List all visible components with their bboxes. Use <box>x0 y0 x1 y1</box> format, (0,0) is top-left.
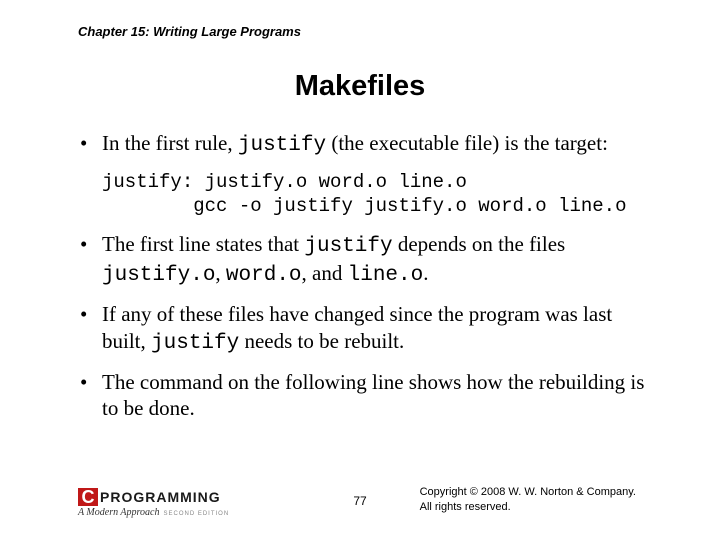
code-block: justify: justify.o word.o line.o gcc -o … <box>102 171 660 219</box>
code-inline: justify <box>151 332 239 355</box>
content-area: In the first rule, justify (the executab… <box>78 130 660 433</box>
code-inline: line.o <box>348 264 424 287</box>
bullet-text: depends on the files <box>393 232 566 256</box>
code-inline: word.o <box>226 264 302 287</box>
bullet-item: In the first rule, justify (the executab… <box>78 130 660 159</box>
footer: C PROGRAMMING A Modern ApproachSECOND ED… <box>0 478 720 522</box>
bullet-text: The command on the following line shows … <box>102 370 644 420</box>
bullet-item: If any of these files have changed since… <box>78 301 660 357</box>
bullet-item: The first line states that justify depen… <box>78 231 660 290</box>
copyright: Copyright © 2008 W. W. Norton & Company.… <box>420 485 636 514</box>
copyright-line: Copyright © 2008 W. W. Norton & Company. <box>420 485 636 499</box>
bullet-text: , and <box>302 261 348 285</box>
chapter-header: Chapter 15: Writing Large Programs <box>78 24 301 39</box>
logo-edition: SECOND EDITION <box>163 511 229 517</box>
page-title: Makefiles <box>0 70 720 103</box>
logo-text: PROGRAMMING <box>100 489 221 505</box>
bullet-text: The first line states that <box>102 232 304 256</box>
logo-subtitle: A Modern ApproachSECOND EDITION <box>78 507 229 518</box>
bullet-text: In the first rule, <box>102 131 238 155</box>
logo-c-icon: C <box>78 488 98 506</box>
page-number: 77 <box>353 494 366 508</box>
bullet-text: , <box>215 261 226 285</box>
code-inline: justify <box>304 235 392 258</box>
code-inline: justify.o <box>102 264 215 287</box>
publisher-logo: C PROGRAMMING A Modern ApproachSECOND ED… <box>78 488 229 518</box>
bullet-text: needs to be rebuilt. <box>239 329 404 353</box>
code-inline: justify <box>238 134 326 157</box>
copyright-line: All rights reserved. <box>420 500 636 514</box>
bullet-text: (the executable file) is the target: <box>326 131 608 155</box>
bullet-text: . <box>423 261 428 285</box>
bullet-item: The command on the following line shows … <box>78 369 660 422</box>
